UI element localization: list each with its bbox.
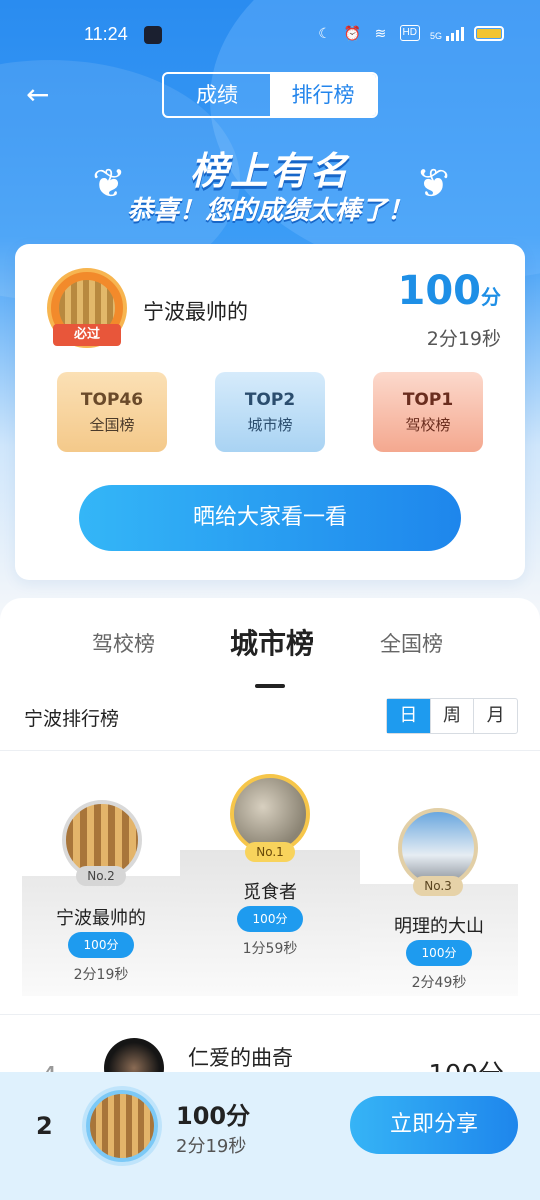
podium-time: 2分49秒 bbox=[411, 975, 467, 991]
rank-label: 驾校榜 bbox=[405, 415, 451, 434]
divider bbox=[0, 1014, 540, 1015]
my-rank-bar: 2 100分 2分19秒 立即分享 bbox=[0, 1072, 540, 1200]
rank-label: 城市榜 bbox=[247, 415, 293, 434]
podium-score: 100分 bbox=[406, 940, 472, 966]
my-score: 100分 bbox=[176, 1102, 251, 1130]
podium-score: 100分 bbox=[237, 906, 303, 932]
my-time: 2分19秒 bbox=[176, 1136, 247, 1157]
rank-top: TOP1 bbox=[402, 389, 454, 410]
moon-icon: ☾ bbox=[318, 25, 331, 41]
tab-indicator bbox=[255, 684, 285, 688]
rank-badge-city: TOP2 城市榜 bbox=[215, 372, 325, 452]
list-name: 仁爱的曲奇 bbox=[188, 1046, 293, 1070]
podium-name: 觅食者 bbox=[243, 882, 297, 903]
rank-top: TOP2 bbox=[244, 389, 296, 410]
banner-subtitle: 恭喜！您的成绩太棒了！ bbox=[126, 196, 413, 226]
rank-medal: No.2 bbox=[76, 866, 126, 886]
rank-label: 全国榜 bbox=[89, 415, 135, 434]
pass-badge-icon: 必过 bbox=[41, 264, 133, 356]
tab-national-board[interactable]: 全国榜 bbox=[380, 628, 443, 658]
score-unit: 分 bbox=[481, 285, 501, 309]
leaderboard-tabs: 驾校榜 城市榜 全国榜 bbox=[0, 620, 540, 688]
tab-score[interactable]: 成绩 bbox=[164, 74, 270, 116]
user-name: 宁波最帅的 bbox=[143, 300, 248, 324]
rank-medal: No.1 bbox=[245, 842, 295, 862]
banner-title: 榜上有名 bbox=[189, 149, 350, 193]
podium-time: 2分19秒 bbox=[73, 967, 129, 983]
app-notification-icon bbox=[144, 26, 162, 44]
hd-icon: HD bbox=[399, 25, 420, 41]
podium-time: 1分59秒 bbox=[242, 941, 298, 957]
rank-badge-school: TOP1 驾校榜 bbox=[373, 372, 483, 452]
elapsed-time: 2分19秒 bbox=[426, 328, 501, 350]
battery-icon bbox=[474, 25, 504, 41]
share-now-button[interactable]: 立即分享 bbox=[350, 1096, 518, 1154]
podium-score: 100分 bbox=[68, 932, 134, 958]
score: 100分 bbox=[398, 268, 502, 314]
status-bar: 11:24 ☾ ⏰ ≋ HD 5G bbox=[0, 0, 540, 72]
signal-icon: 5G bbox=[430, 25, 464, 41]
tab-leaderboard[interactable]: 排行榜 bbox=[270, 74, 376, 116]
back-arrow-icon[interactable]: ← bbox=[26, 80, 56, 110]
podium-name: 明理的大山 bbox=[394, 916, 484, 937]
tab-city-board[interactable]: 城市榜 bbox=[230, 622, 314, 662]
tab-school-board[interactable]: 驾校榜 bbox=[92, 628, 155, 658]
network-type: 5G bbox=[429, 31, 442, 41]
status-icons: ☾ ⏰ ≋ HD 5G bbox=[316, 24, 504, 42]
podium-name: 宁波最帅的 bbox=[56, 908, 146, 929]
period-month[interactable]: 月 bbox=[473, 699, 517, 733]
period-selector: 日 周 月 bbox=[386, 698, 518, 734]
rank-top: TOP46 bbox=[80, 389, 144, 410]
divider bbox=[0, 750, 540, 751]
rank-badge-national: TOP46 全国榜 bbox=[57, 372, 167, 452]
show-off-button[interactable]: 晒给大家看一看 bbox=[79, 485, 461, 551]
board-title: 宁波排行榜 bbox=[24, 708, 120, 730]
badge-ribbon: 必过 bbox=[53, 324, 121, 346]
top-segmented-control: 成绩 排行榜 bbox=[162, 72, 378, 118]
status-time: 11:24 bbox=[84, 24, 128, 44]
period-day[interactable]: 日 bbox=[387, 699, 430, 733]
score-value: 100 bbox=[397, 268, 482, 314]
period-week[interactable]: 周 bbox=[429, 699, 474, 733]
result-card: 必过 宁波最帅的 100分 2分19秒 TOP46 全国榜 TOP2 城市榜 T… bbox=[15, 244, 525, 580]
my-rank: 2 bbox=[36, 1112, 53, 1140]
my-avatar[interactable] bbox=[86, 1090, 158, 1162]
wifi-icon: ≋ bbox=[374, 25, 387, 41]
alarm-icon: ⏰ bbox=[343, 25, 362, 41]
rank-medal: No.3 bbox=[413, 876, 463, 896]
